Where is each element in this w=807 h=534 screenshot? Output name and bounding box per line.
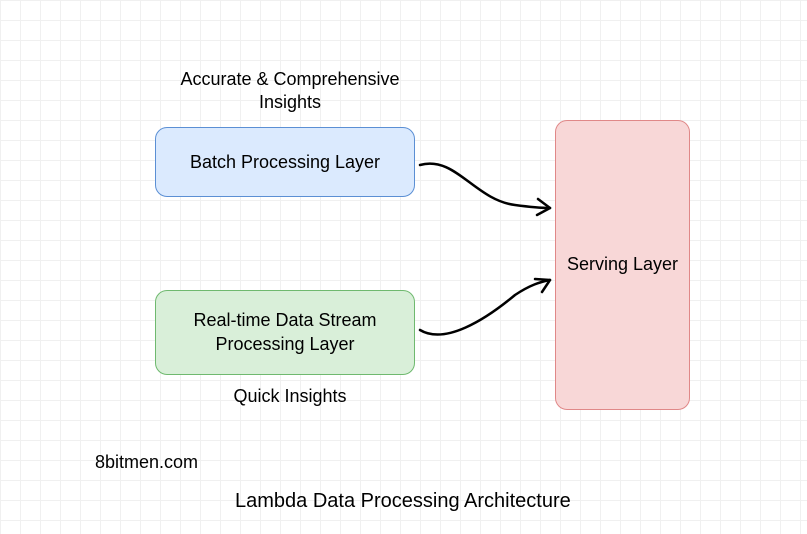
batch-annotation: Accurate & Comprehensive Insights [180,68,400,115]
arrow-batch-to-serving [415,150,565,230]
stream-layer-label: Real-time Data Stream Processing Layer [166,309,404,356]
serving-layer-label: Serving Layer [567,253,678,276]
attribution-text: 8bitmen.com [95,452,198,473]
diagram-title: Lambda Data Processing Architecture [235,490,571,513]
stream-layer-box: Real-time Data Stream Processing Layer [155,290,415,375]
stream-annotation: Quick Insights [200,385,380,408]
serving-layer-box: Serving Layer [555,120,690,410]
batch-layer-label: Batch Processing Layer [190,152,380,173]
arrow-stream-to-serving [415,275,565,355]
batch-layer-box: Batch Processing Layer [155,127,415,197]
